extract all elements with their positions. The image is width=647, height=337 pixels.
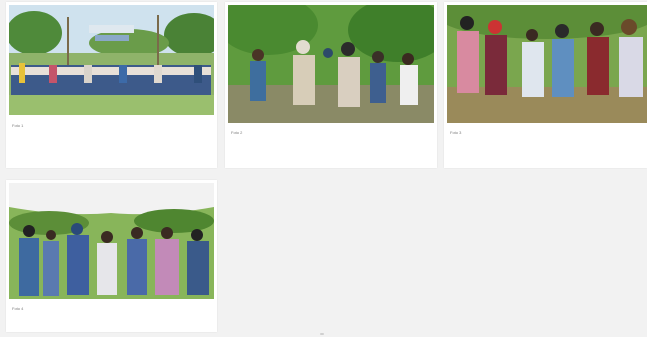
scroll-indicator: [320, 333, 324, 335]
gallery-card-3[interactable]: Foto 3: [444, 2, 647, 168]
gallery-card-4[interactable]: Foto 4: [6, 180, 217, 332]
gallery-photo-3[interactable]: [447, 5, 647, 123]
group-photo-women-image: [228, 5, 434, 123]
photo-gallery: Foto 1 Foto 2 Foto 3 Foto 4: [0, 0, 647, 337]
gallery-card-2[interactable]: Foto 2: [225, 2, 437, 168]
gallery-photo-2[interactable]: [228, 5, 434, 123]
gallery-photo-4[interactable]: [9, 183, 214, 299]
photo-2-label: Foto 2: [231, 130, 243, 135]
photo-3-label: Foto 3: [450, 130, 462, 135]
gallery-photo-1[interactable]: [9, 5, 214, 115]
group-photo-farmers-image: [447, 5, 647, 123]
photo-1-label: Foto 1: [12, 123, 24, 128]
group-photo-field-image: [9, 5, 214, 115]
group-photo-tent-image: [9, 183, 214, 299]
gallery-card-1[interactable]: Foto 1: [6, 2, 217, 168]
photo-4-label: Foto 4: [12, 306, 24, 311]
